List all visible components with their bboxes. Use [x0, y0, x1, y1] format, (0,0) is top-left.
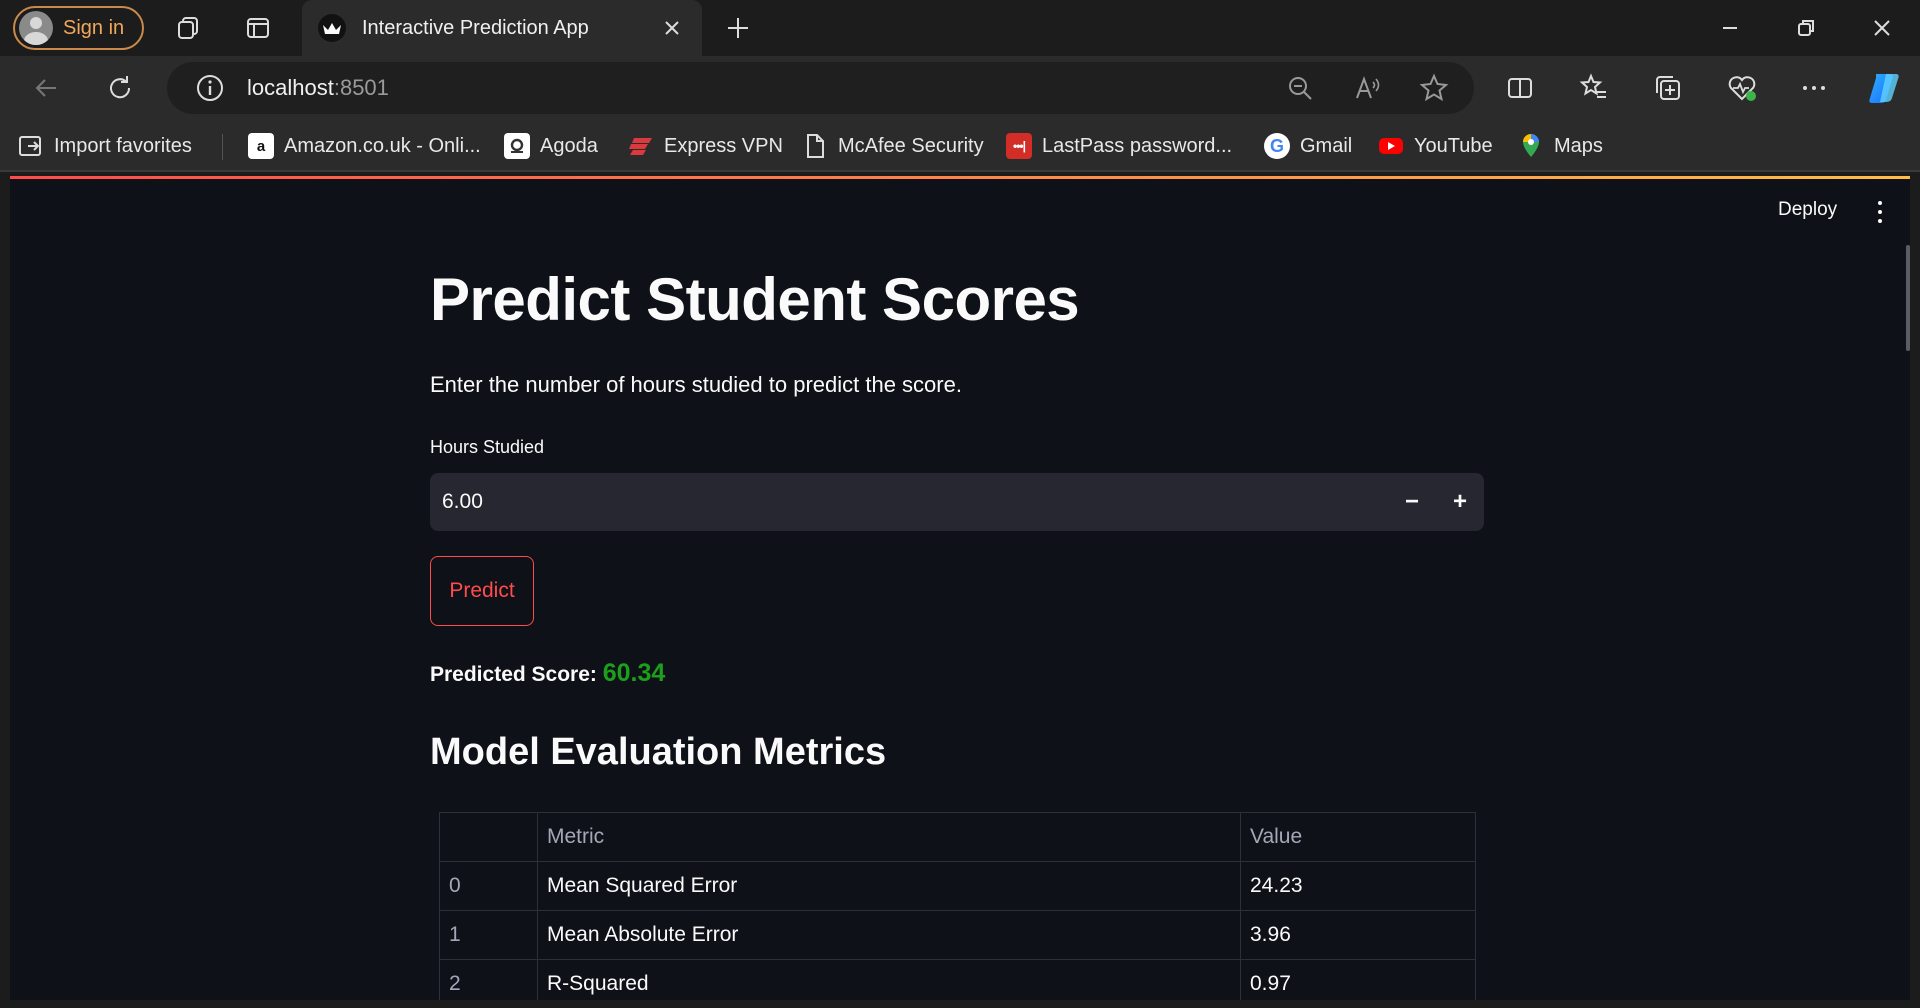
hours-studied-label: Hours Studied	[430, 437, 545, 457]
close-window-icon[interactable]	[1852, 8, 1912, 48]
favorite-star-icon[interactable]	[1414, 68, 1454, 108]
favorite-mcafee[interactable]: McAfee Security	[802, 130, 984, 162]
metric-cell: R-Squared	[537, 959, 1241, 1000]
favorite-label: Gmail	[1300, 134, 1353, 157]
agoda-icon	[504, 133, 530, 159]
scrollbar[interactable]	[1906, 245, 1910, 351]
value-cell: 0.97	[1240, 959, 1476, 1000]
table-header-row: Metric Value	[439, 812, 1476, 862]
youtube-icon	[1378, 133, 1404, 159]
page-icon	[802, 133, 828, 159]
browser-tab-bar: Sign in Interactive Prediction App	[0, 0, 1920, 56]
app-viewport: Deploy Predict Student Scores Enter the …	[10, 179, 1910, 1000]
main-menu-icon[interactable]	[1872, 199, 1888, 225]
favorite-amazon[interactable]: a Amazon.co.uk - Onli...	[248, 130, 481, 162]
expressvpn-icon	[628, 133, 654, 159]
address-bar[interactable]: localhost:8501	[167, 62, 1474, 114]
browser-essentials-icon[interactable]	[1722, 68, 1762, 108]
profile-avatar-icon	[19, 11, 53, 45]
favorite-label: Agoda	[540, 134, 598, 157]
page-title: Predict Student Scores	[430, 266, 1080, 333]
favorite-import[interactable]: Import favorites	[18, 130, 192, 162]
row-index: 1	[439, 910, 538, 960]
maps-icon	[1518, 133, 1544, 159]
row-index: 0	[439, 861, 538, 911]
table-row: 2 R-Squared 0.97	[439, 959, 1476, 1000]
site-info-icon[interactable]	[195, 73, 225, 103]
favorite-lastpass[interactable]: •••| LastPass password...	[1006, 130, 1232, 162]
page-description: Enter the number of hours studied to pre…	[430, 372, 962, 397]
more-options-icon[interactable]	[1794, 68, 1834, 108]
hours-studied-value[interactable]: 6.00	[430, 490, 1388, 514]
favorite-expressvpn[interactable]: Express VPN	[628, 130, 783, 162]
value-cell: 3.96	[1240, 910, 1476, 960]
favorites-divider	[222, 134, 223, 160]
new-tab-icon[interactable]	[718, 10, 758, 46]
favorite-label: LastPass password...	[1042, 134, 1233, 157]
tab-title: Interactive Prediction App	[362, 16, 589, 39]
import-icon	[18, 133, 44, 159]
amazon-icon: a	[248, 133, 274, 159]
zoom-out-icon[interactable]	[1280, 68, 1320, 108]
url-text: localhost:8501	[247, 75, 389, 100]
increment-button[interactable]: +	[1436, 473, 1484, 531]
minimize-icon[interactable]	[1700, 8, 1760, 48]
restore-icon[interactable]	[1776, 8, 1836, 48]
metrics-section-title: Model Evaluation Metrics	[430, 731, 887, 773]
decrement-button[interactable]: −	[1388, 473, 1436, 531]
refresh-icon[interactable]	[100, 68, 140, 108]
metric-cell: Mean Absolute Error	[537, 910, 1241, 960]
value-cell: 24.23	[1240, 861, 1476, 911]
hours-studied-input[interactable]: 6.00 − +	[430, 473, 1484, 531]
active-tab[interactable]: Interactive Prediction App	[302, 0, 702, 56]
split-screen-icon[interactable]	[1500, 68, 1540, 108]
sign-in-label: Sign in	[63, 16, 125, 39]
index-header	[439, 812, 538, 862]
value-header[interactable]: Value	[1240, 812, 1476, 862]
favorites-bar: Import favorites a Amazon.co.uk - Onli..…	[0, 120, 1920, 172]
deploy-button[interactable]: Deploy	[1778, 199, 1837, 221]
favorite-label: Express VPN	[664, 134, 783, 157]
streamlit-crown-icon	[318, 14, 346, 42]
browser-toolbar: localhost:8501	[0, 56, 1920, 120]
favorite-label: Amazon.co.uk - Onli...	[284, 134, 481, 157]
favorites-icon[interactable]	[1574, 68, 1614, 108]
tab-actions-icon[interactable]	[238, 10, 278, 46]
close-tab-icon[interactable]	[654, 10, 690, 46]
copilot-icon[interactable]	[1862, 66, 1906, 110]
read-aloud-icon[interactable]	[1348, 68, 1388, 108]
favorite-agoda[interactable]: Agoda	[504, 130, 598, 162]
table-row: 0 Mean Squared Error 24.23	[439, 861, 1476, 911]
metric-header[interactable]: Metric	[537, 812, 1241, 862]
predict-button[interactable]: Predict	[430, 556, 534, 626]
back-icon[interactable]	[26, 68, 66, 108]
row-index: 2	[439, 959, 538, 1000]
google-icon: G	[1264, 133, 1290, 159]
favorite-maps[interactable]: Maps	[1518, 130, 1603, 162]
collections-icon[interactable]	[1648, 68, 1688, 108]
favorite-youtube[interactable]: YouTube	[1378, 130, 1493, 162]
metrics-table: Metric Value 0 Mean Squared Error 24.23 …	[439, 812, 1476, 1000]
favorite-label: Maps	[1554, 134, 1603, 157]
favorite-label: YouTube	[1414, 134, 1493, 157]
lastpass-icon: •••|	[1006, 133, 1032, 159]
favorite-label: McAfee Security	[838, 134, 984, 157]
favorite-gmail[interactable]: G Gmail	[1264, 130, 1352, 162]
sign-in-button[interactable]: Sign in	[13, 6, 144, 50]
table-row: 1 Mean Absolute Error 3.96	[439, 910, 1476, 960]
metric-cell: Mean Squared Error	[537, 861, 1241, 911]
favorite-label: Import favorites	[54, 134, 192, 157]
workspaces-icon[interactable]	[168, 10, 208, 46]
predicted-score: Predicted Score: 60.34	[430, 659, 665, 688]
predicted-score-value: 60.34	[602, 659, 666, 687]
predicted-score-label: Predicted Score:	[430, 663, 597, 686]
